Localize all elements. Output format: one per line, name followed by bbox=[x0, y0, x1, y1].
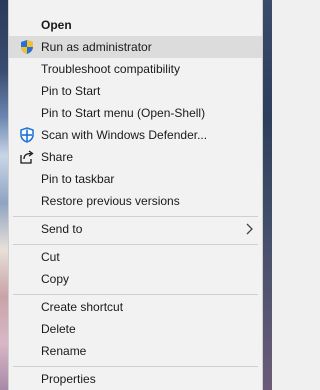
menu-separator bbox=[13, 244, 258, 245]
menu-item-label: Rename bbox=[41, 344, 87, 358]
menu-item-copy[interactable]: Copy bbox=[9, 268, 262, 290]
menu-item-label: Pin to Start menu (Open-Shell) bbox=[41, 106, 206, 120]
menu-item-rename[interactable]: Rename bbox=[9, 340, 262, 362]
windows-defender-icon bbox=[19, 127, 35, 143]
menu-item-pin-to-start[interactable]: Pin to Start bbox=[9, 80, 262, 102]
menu-item-label: Pin to Start bbox=[41, 84, 101, 98]
menu-separator bbox=[13, 216, 258, 217]
menu-item-label: Send to bbox=[41, 222, 83, 236]
context-menu: Open Run as administrator Troubleshoot c… bbox=[8, 0, 263, 390]
menu-item-cut[interactable]: Cut bbox=[9, 246, 262, 268]
menu-item-label: Pin to taskbar bbox=[41, 172, 115, 186]
menu-item-label: Create shortcut bbox=[41, 300, 124, 314]
menu-item-create-shortcut[interactable]: Create shortcut bbox=[9, 296, 262, 318]
menu-item-open[interactable]: Open bbox=[9, 14, 262, 36]
share-icon bbox=[19, 149, 35, 165]
menu-item-properties[interactable]: Properties bbox=[9, 368, 262, 390]
uac-shield-icon bbox=[19, 39, 35, 55]
menu-item-send-to[interactable]: Send to bbox=[9, 218, 262, 240]
menu-item-pin-to-start-open-shell[interactable]: Pin to Start menu (Open-Shell) bbox=[9, 102, 262, 124]
menu-item-scan-windows-defender[interactable]: Scan with Windows Defender... bbox=[9, 124, 262, 146]
menu-item-run-as-administrator[interactable]: Run as administrator bbox=[9, 36, 262, 58]
chevron-right-icon bbox=[244, 221, 256, 237]
menu-item-share[interactable]: Share bbox=[9, 146, 262, 168]
menu-separator bbox=[13, 294, 258, 295]
menu-item-pin-to-taskbar[interactable]: Pin to taskbar bbox=[9, 168, 262, 190]
menu-item-troubleshoot-compatibility[interactable]: Troubleshoot compatibility bbox=[9, 58, 262, 80]
menu-item-label: Cut bbox=[41, 250, 60, 264]
menu-item-label: Restore previous versions bbox=[41, 194, 180, 208]
menu-separator bbox=[13, 366, 258, 367]
menu-item-label: Run as administrator bbox=[41, 40, 152, 54]
menu-item-label: Properties bbox=[41, 372, 96, 386]
menu-item-label: Copy bbox=[41, 272, 70, 286]
menu-item-label: Troubleshoot compatibility bbox=[41, 62, 180, 76]
menu-item-restore-previous-versions[interactable]: Restore previous versions bbox=[9, 190, 262, 212]
menu-item-label: Open bbox=[41, 18, 72, 32]
menu-item-delete[interactable]: Delete bbox=[9, 318, 262, 340]
menu-item-label: Share bbox=[41, 150, 74, 164]
menu-item-label: Delete bbox=[41, 322, 76, 336]
menu-item-label: Scan with Windows Defender... bbox=[41, 128, 208, 142]
